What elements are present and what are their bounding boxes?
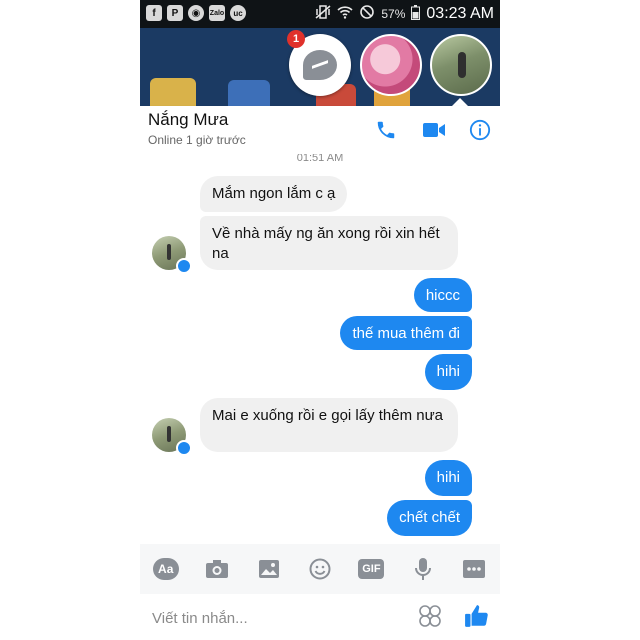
gif-icon: GIF [358,559,385,579]
voice-call-button[interactable] [372,116,400,144]
video-call-button[interactable] [420,116,448,144]
message-outgoing[interactable]: hiccc [413,278,472,312]
message-outgoing[interactable]: chết chết [387,500,472,536]
camera-icon [206,560,229,578]
uc-browser-icon: uc [230,5,246,21]
chat-head-avatar-active[interactable] [430,34,492,96]
p-app-icon: P [167,5,183,21]
stickers-button[interactable] [418,604,442,628]
messenger-badge-icon [176,258,192,274]
message-incoming[interactable]: Mai e xuống rồi e gọi lấy thêm nưa [200,398,458,452]
message-incoming[interactable]: Về nhà mấy ng ăn xong rồi xin hết na [200,216,458,270]
thumbs-up-icon [465,605,488,627]
battery-percent: 57% [381,6,406,21]
smiley-icon [309,558,331,580]
vibrate-icon [315,5,331,22]
notification-icons: f P ◉ Zalo uc [146,5,246,21]
chat-head-avatar[interactable] [360,34,422,96]
gif-button[interactable]: GIF [357,555,385,583]
message-outgoing[interactable]: hihi [424,460,472,496]
image-icon [258,560,279,578]
gallery-button[interactable] [255,555,283,583]
aa-icon: Aa [152,558,179,580]
message-incoming[interactable]: Mắm ngon lắm c ạ [200,176,348,212]
status-bar: f P ◉ Zalo uc 57% 03:23 AM [140,0,500,28]
like-button[interactable] [464,603,490,629]
composer-input-row [140,594,500,640]
contact-status: Online 1 giờ trước [148,133,246,147]
zalo-icon: Zalo [209,5,225,21]
more-icon [463,560,486,578]
battery-icon [411,4,421,23]
messenger-badge-icon [176,440,192,456]
voice-record-button[interactable] [409,555,437,583]
camera-app-icon: ◉ [188,5,204,21]
timestamp-separator: 01:51 AM [296,154,344,164]
home-app-icon [150,78,196,106]
info-icon [469,119,491,141]
no-signal-icon [359,4,375,23]
active-chat-pointer [452,98,468,106]
facebook-icon: f [146,5,162,21]
emoji-button[interactable] [306,555,334,583]
home-app-icon [228,80,270,106]
phone-screen: f P ◉ Zalo uc 57% 03:23 AM 1 Nắng Mưa On… [140,0,500,640]
video-camera-icon [423,123,445,137]
microphone-icon [414,558,431,580]
conversation-info-button[interactable] [466,116,494,144]
unread-badge: 1 [287,30,305,48]
message-list[interactable]: 01:51 AM Mắm ngon lắm c ạ Về nhà mấy ng … [140,154,500,544]
conversation-header: Nắng Mưa Online 1 giờ trước [140,106,500,154]
more-options-button[interactable] [460,555,488,583]
composer-toolbar: Aa GIF [140,544,500,594]
contact-name[interactable]: Nắng Mưa [148,110,228,130]
sticker-icon [419,605,441,627]
messenger-icon [303,50,337,80]
system-status: 57% 03:23 AM [315,4,494,23]
text-style-button[interactable]: Aa [152,555,180,583]
clock: 03:23 AM [426,4,494,22]
wifi-icon [337,5,353,22]
message-input[interactable] [150,606,394,630]
camera-button[interactable] [203,555,231,583]
phone-icon [377,121,395,139]
message-outgoing[interactable]: hihi [424,354,472,390]
message-outgoing[interactable]: thế mua thêm đi [340,316,472,350]
